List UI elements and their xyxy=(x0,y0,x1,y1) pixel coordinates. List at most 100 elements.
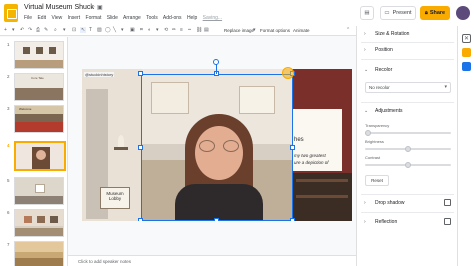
info-panel-title: hes xyxy=(294,137,304,143)
chevron-right-icon[interactable]: › xyxy=(364,31,366,37)
redo-icon[interactable]: ↷ xyxy=(28,27,32,33)
comment-icon[interactable]: ▤ xyxy=(204,27,209,33)
share-button[interactable]: 🔒︎ Share xyxy=(420,6,450,20)
slide-thumbnail-4-active[interactable] xyxy=(14,141,66,171)
resize-handle-w[interactable] xyxy=(138,145,143,150)
resize-handle-se[interactable] xyxy=(290,218,295,221)
share-label: Share xyxy=(429,10,446,16)
position-section[interactable]: Position xyxy=(375,47,393,53)
menu-insert[interactable]: Insert xyxy=(68,15,81,21)
speaker-notes[interactable]: Click to add speaker notes xyxy=(68,255,356,266)
reset-button[interactable]: Reset xyxy=(365,175,389,186)
chevron-down-icon[interactable]: ⌄ xyxy=(364,67,368,73)
recolor-value: No recolor xyxy=(369,85,390,90)
adjustments-section[interactable]: Adjustments xyxy=(375,108,403,114)
undo-icon[interactable]: ↶ xyxy=(20,27,24,33)
menu-format[interactable]: Format xyxy=(86,15,102,21)
slide-thumbnail-2[interactable]: Core Tale xyxy=(14,73,64,101)
zoom-icon[interactable]: ⌕ xyxy=(54,27,57,33)
comments-icon[interactable]: ▤ xyxy=(360,6,374,20)
brightness-slider-thumb[interactable] xyxy=(405,146,411,152)
link-icon[interactable]: ⛓ xyxy=(196,27,202,33)
menu-slide[interactable]: Slide xyxy=(107,15,118,21)
keep-icon[interactable] xyxy=(462,48,471,57)
contrast-label: Contrast xyxy=(365,155,381,160)
chevron-right-icon[interactable]: › xyxy=(364,47,366,53)
avatar[interactable] xyxy=(456,6,470,20)
current-slide[interactable]: @stuckinhistory Museum Lobby hes my two … xyxy=(82,69,352,221)
format-options-button[interactable]: Format options xyxy=(260,28,290,33)
print-icon[interactable]: ⎙ xyxy=(36,27,40,33)
chevron-down-icon: ▾ xyxy=(444,84,447,90)
chevron-down-icon[interactable]: ▾ xyxy=(253,27,256,33)
transparency-slider[interactable] xyxy=(365,130,451,136)
image-icon[interactable]: ▨ xyxy=(97,27,102,33)
document-title[interactable]: Virtual Museum Shuck xyxy=(24,4,94,11)
collapse-icon[interactable]: ⌃ xyxy=(346,27,350,33)
reflection-section[interactable]: Reflection xyxy=(375,219,397,225)
animate-button[interactable]: Animate xyxy=(293,28,310,33)
slide-canvas[interactable]: @stuckinhistory Museum Lobby hes my two … xyxy=(68,37,356,255)
drop-shadow-checkbox[interactable] xyxy=(444,199,451,206)
brightness-slider[interactable] xyxy=(365,146,451,152)
reset-image-icon[interactable]: ⟲ xyxy=(164,27,168,33)
tasks-icon[interactable] xyxy=(462,62,471,71)
comment-add-icon[interactable]: ▣ xyxy=(130,27,135,33)
line-icon[interactable]: ╲ xyxy=(113,27,116,33)
drop-shadow-section[interactable]: Drop shadow xyxy=(375,200,404,206)
recolor-dropdown[interactable]: No recolor ▾ xyxy=(365,82,451,93)
menu-help[interactable]: Help xyxy=(187,15,197,21)
chevron-down-icon[interactable]: ▾ xyxy=(63,27,66,33)
slide-thumbnail-6[interactable] xyxy=(14,209,64,237)
close-icon[interactable]: ✕ xyxy=(462,34,471,43)
menu-tools[interactable]: Tools xyxy=(146,15,158,21)
slide-thumbnail-7[interactable] xyxy=(14,241,64,266)
slide-thumbnail-5[interactable] xyxy=(14,177,64,205)
filmstrip: 1 2 Core Tale 3 Welcome 4 5 6 7 xyxy=(0,37,68,266)
chevron-down-icon[interactable]: ▾ xyxy=(12,27,15,33)
select-icon[interactable]: ↖ xyxy=(80,27,87,33)
format-options-panel: › Size & Rotation › Position ⌄ Recolor N… xyxy=(356,26,457,266)
menu-view[interactable]: View xyxy=(51,15,62,21)
slides-app: Virtual Museum Shuck ☆ ▣ File Edit View … xyxy=(0,0,474,266)
chevron-right-icon[interactable]: › xyxy=(364,200,366,206)
slide-number: 2 xyxy=(7,74,10,79)
resize-handle-e[interactable] xyxy=(290,145,295,150)
fit-icon[interactable]: ⊡ xyxy=(72,27,76,33)
menu-addons[interactable]: Add-ons xyxy=(163,15,182,21)
textbox-icon[interactable]: T xyxy=(89,27,92,33)
paint-format-icon[interactable]: ✎ xyxy=(44,27,48,33)
chevron-down-icon[interactable]: ⌄ xyxy=(364,108,368,114)
contrast-slider-thumb[interactable] xyxy=(405,162,411,168)
mask-icon[interactable]: ◐ xyxy=(148,27,151,33)
transparency-label: Transparency xyxy=(365,123,390,128)
resize-handle-s[interactable] xyxy=(214,218,219,221)
border-color-icon[interactable]: ✏ xyxy=(172,27,176,33)
size-rotation-section[interactable]: Size & Rotation xyxy=(375,31,409,37)
resize-handle-sw[interactable] xyxy=(138,218,143,221)
replace-image-menu[interactable]: Replace image xyxy=(224,28,254,33)
chevron-right-icon[interactable]: › xyxy=(364,219,366,225)
shape-icon[interactable]: ◯ xyxy=(105,27,111,33)
contrast-slider[interactable] xyxy=(365,162,451,168)
crop-icon[interactable]: ⌗ xyxy=(140,27,143,33)
add-icon[interactable]: + xyxy=(4,27,7,33)
star-icon[interactable]: ☆ ▣ xyxy=(90,4,103,11)
menu-file[interactable]: File xyxy=(24,15,32,21)
slide-thumbnail-1[interactable] xyxy=(14,41,64,69)
menu-edit[interactable]: Edit xyxy=(37,15,46,21)
menu-arrange[interactable]: Arrange xyxy=(123,15,141,21)
resize-handle-nw[interactable] xyxy=(138,71,143,76)
rotate-handle[interactable] xyxy=(213,59,219,65)
slide-thumbnail-3[interactable]: Welcome xyxy=(14,105,64,133)
chevron-down-icon[interactable]: ▾ xyxy=(156,27,159,33)
selected-image[interactable] xyxy=(141,74,293,221)
border-weight-icon[interactable]: ≡ xyxy=(180,27,183,33)
chevron-down-icon[interactable]: ▾ xyxy=(121,27,124,33)
reflection-checkbox[interactable] xyxy=(444,218,451,225)
recolor-section[interactable]: Recolor xyxy=(375,67,392,73)
slides-logo-icon[interactable] xyxy=(4,4,18,22)
present-button[interactable]: ▭ Present xyxy=(380,6,416,20)
transparency-slider-thumb[interactable] xyxy=(365,130,371,136)
border-dash-icon[interactable]: ┅ xyxy=(188,27,191,33)
